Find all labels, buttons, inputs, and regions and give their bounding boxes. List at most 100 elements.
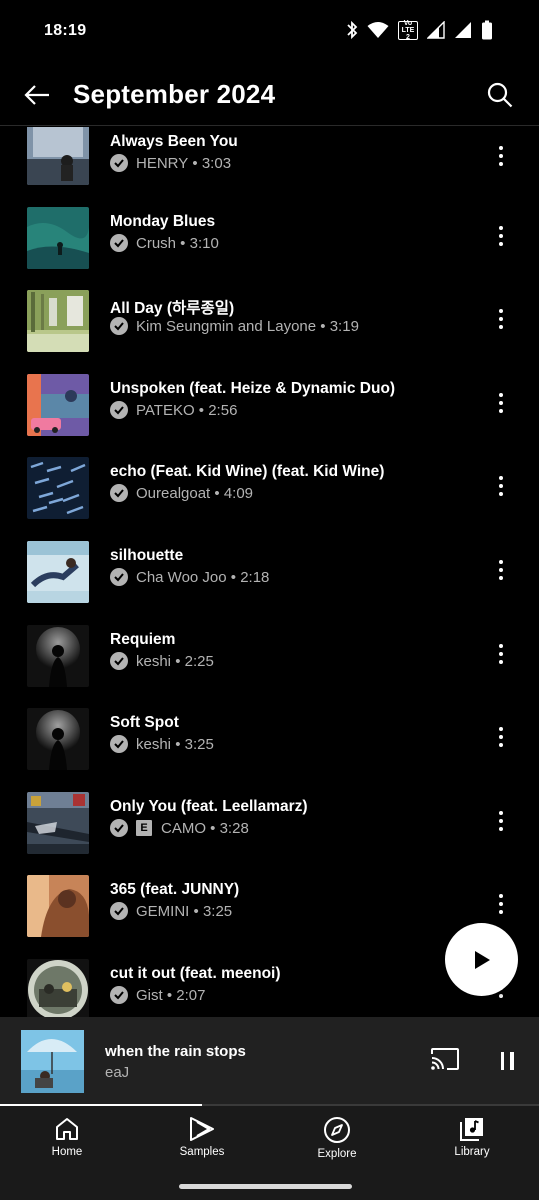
pause-button[interactable] <box>495 1048 519 1074</box>
explicit-badge: E <box>136 820 152 836</box>
song-duration: 3:25 <box>184 735 214 753</box>
status-time: 18:19 <box>44 22 87 39</box>
now-playing-art <box>21 1030 84 1093</box>
album-art <box>27 708 89 770</box>
nav-explore[interactable]: Explore <box>282 1114 392 1174</box>
more-options-icon[interactable] <box>489 304 513 334</box>
downloaded-check-icon <box>110 986 128 1004</box>
song-row[interactable]: Soft Spot keshi • 3:25 <box>0 708 539 792</box>
nav-library[interactable]: Library <box>417 1114 527 1174</box>
nav-home[interactable]: Home <box>12 1114 122 1174</box>
pause-icon-bar <box>510 1052 514 1070</box>
more-options-icon[interactable] <box>489 221 513 251</box>
meta-separator: • <box>189 902 203 920</box>
song-title: Monday Blues <box>110 213 216 230</box>
signal-2-icon <box>455 22 471 38</box>
volte-icon: Vo LTE 2 <box>398 20 418 41</box>
back-button[interactable] <box>20 78 54 112</box>
home-indicator[interactable] <box>179 1184 352 1189</box>
song-duration: 3:19 <box>329 317 359 335</box>
status-icons: Vo LTE 2 <box>346 20 493 41</box>
more-options-icon[interactable] <box>489 806 513 836</box>
album-art <box>27 127 89 185</box>
nav-label: Home <box>51 1146 83 1158</box>
song-list[interactable]: Always Been You HENRY • 3:03 Monday Blue… <box>0 127 539 1017</box>
song-artist: CAMO <box>161 819 206 837</box>
song-duration: 2:56 <box>208 401 238 419</box>
bluetooth-icon <box>347 20 358 40</box>
meta-separator: • <box>206 819 220 837</box>
meta-separator: • <box>188 154 202 172</box>
album-art <box>27 290 89 352</box>
nav-samples[interactable]: Samples <box>147 1114 257 1174</box>
album-art <box>27 541 89 603</box>
more-options-icon[interactable] <box>489 639 513 669</box>
song-artist: HENRY <box>136 154 189 172</box>
meta-separator: • <box>171 735 185 753</box>
wifi-icon <box>367 22 389 38</box>
page-title: September 2024 <box>73 79 276 109</box>
play-icon <box>474 950 490 969</box>
song-artist: PATEKO <box>136 401 195 419</box>
library-icon <box>460 1118 483 1141</box>
song-row[interactable]: Monday Blues Crush • 3:10 <box>0 207 539 291</box>
back-arrow-icon <box>24 85 49 105</box>
song-row[interactable]: silhouette Cha Woo Joo • 2:18 <box>0 541 539 625</box>
song-title: cut it out (feat. meenoi) <box>110 965 281 982</box>
album-art <box>27 625 89 687</box>
downloaded-check-icon <box>110 401 128 419</box>
album-art <box>27 374 89 436</box>
cast-button[interactable] <box>430 1047 460 1075</box>
song-row[interactable]: All Day (하루종일) Kim Seungmin and Layone •… <box>0 290 539 374</box>
downloaded-check-icon <box>110 568 128 586</box>
song-row[interactable]: Only You (feat. Leellamarz) E CAMO • 3:2… <box>0 792 539 876</box>
meta-separator: • <box>171 652 185 670</box>
search-button[interactable] <box>483 78 517 112</box>
play-all-button[interactable] <box>445 923 518 996</box>
song-title: Soft Spot <box>110 714 179 731</box>
song-row[interactable]: Unspoken (feat. Heize & Dynamic Duo) PAT… <box>0 374 539 458</box>
song-title: Only You (feat. Leellamarz) <box>110 798 308 815</box>
downloaded-check-icon <box>110 484 128 502</box>
mini-player[interactable]: when the rain stops eaJ <box>0 1017 539 1105</box>
song-row[interactable]: Requiem keshi • 2:25 <box>0 625 539 709</box>
song-title: echo (Feat. Kid Wine) (feat. Kid Wine) <box>110 463 385 480</box>
more-options-icon[interactable] <box>489 141 513 171</box>
more-options-icon[interactable] <box>489 388 513 418</box>
samples-icon <box>190 1117 214 1141</box>
song-title: Always Been You <box>110 133 238 150</box>
now-playing-title: when the rain stops <box>105 1043 246 1060</box>
song-meta: keshi • 2:25 <box>110 652 214 670</box>
song-artist: Cha Woo Joo <box>136 568 227 586</box>
song-artist: GEMINI <box>136 902 190 920</box>
downloaded-check-icon <box>110 234 128 252</box>
more-options-icon[interactable] <box>489 555 513 585</box>
song-duration: 3:25 <box>202 902 233 920</box>
song-duration: 3:10 <box>189 234 219 252</box>
song-duration: 2:07 <box>176 986 206 1004</box>
song-meta: GEMINI • 3:25 <box>110 902 232 920</box>
song-duration: 2:25 <box>184 652 214 670</box>
song-artist: keshi <box>136 652 172 670</box>
song-artist: Gist <box>136 986 163 1004</box>
album-art <box>27 207 89 269</box>
song-meta: E CAMO • 3:28 <box>110 819 249 837</box>
more-options-icon[interactable] <box>489 889 513 919</box>
song-meta: keshi • 3:25 <box>110 735 214 753</box>
more-options-icon[interactable] <box>489 471 513 501</box>
song-meta: Kim Seungmin and Layone • 3:19 <box>110 317 359 335</box>
song-title: Requiem <box>110 631 176 648</box>
song-row[interactable]: Always Been You HENRY • 3:03 <box>0 127 539 211</box>
battery-icon <box>482 20 492 40</box>
album-art <box>27 959 89 1017</box>
downloaded-check-icon <box>110 819 128 837</box>
song-duration: 3:28 <box>219 819 249 837</box>
downloaded-check-icon <box>110 652 128 670</box>
album-art <box>27 792 89 854</box>
song-row[interactable]: echo (Feat. Kid Wine) (feat. Kid Wine) O… <box>0 457 539 541</box>
song-artist: Ourealgoat <box>136 484 211 502</box>
song-meta: Gist • 2:07 <box>110 986 205 1004</box>
album-art <box>27 457 89 519</box>
more-options-icon[interactable] <box>489 722 513 752</box>
nav-label: Explore <box>317 1148 357 1160</box>
